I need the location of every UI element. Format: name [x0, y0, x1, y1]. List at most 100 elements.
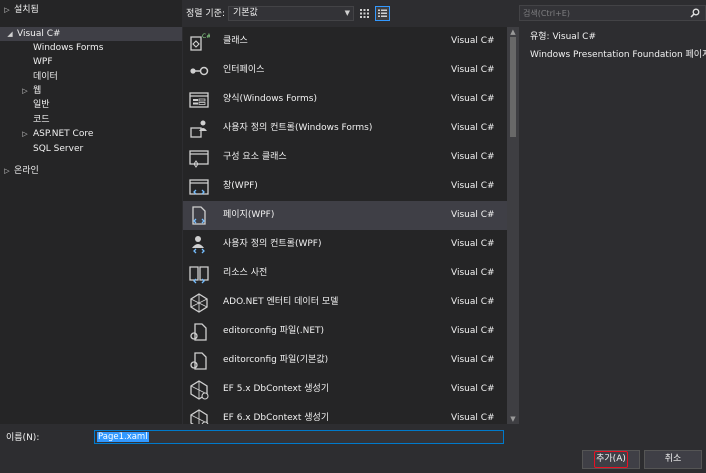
item-language: Visual C# — [451, 239, 495, 249]
editorconfig-icon — [190, 352, 207, 370]
tree-item-label: Visual C# — [17, 29, 61, 39]
list-item[interactable]: C# 클래스 Visual C# — [183, 27, 507, 56]
scroll-up-icon[interactable]: ▲ — [507, 27, 519, 37]
item-language: Visual C# — [451, 210, 495, 220]
item-language: Visual C# — [451, 413, 495, 423]
template-description: Windows Presentation Foundation 페이지 — [530, 50, 706, 60]
item-label: 페이지(WPF) — [223, 210, 275, 220]
tree-item-visual-csharp[interactable]: ◢ Visual C# — [0, 27, 182, 41]
page-icon — [192, 206, 206, 225]
item-language: Visual C# — [451, 384, 495, 394]
tree-item-windows-forms[interactable]: Windows Forms — [33, 41, 103, 55]
tree-item-code[interactable]: 코드 — [33, 113, 50, 127]
item-language: Visual C# — [451, 36, 495, 46]
item-label: 창(WPF) — [223, 181, 258, 191]
item-label: 양식(Windows Forms) — [223, 94, 317, 104]
item-language: Visual C# — [451, 297, 495, 307]
scroll-thumb[interactable] — [510, 37, 516, 137]
item-label: editorconfig 파일(.NET) — [223, 326, 325, 336]
cancel-button[interactable]: 취소 — [644, 450, 702, 469]
svg-text:C#: C# — [202, 33, 210, 40]
tree-item-installed[interactable]: ▷ 설치됨 — [0, 3, 182, 17]
item-label: editorconfig 파일(기본값) — [223, 355, 329, 365]
list-item[interactable]: EF 6.x DbContext 생성기 Visual C# — [183, 404, 507, 424]
list-view-button[interactable] — [375, 6, 390, 21]
list-item[interactable]: editorconfig 파일(기본값) Visual C# — [183, 346, 507, 375]
sort-value: 기본값 — [233, 8, 258, 18]
chevron-right-icon[interactable]: ▷ — [3, 164, 11, 178]
name-value: Page1.xaml — [97, 432, 149, 442]
window-icon — [189, 179, 209, 195]
ado-entity-model-icon — [190, 293, 208, 313]
search-box[interactable] — [519, 5, 706, 21]
highlight-box — [594, 451, 628, 468]
grid-view-button[interactable] — [357, 6, 372, 21]
template-list: C# 클래스 Visual C# 인터페이스 Visual C# 양식(Wind… — [183, 27, 507, 424]
item-label: EF 5.x DbContext 생성기 — [223, 384, 330, 394]
scroll-down-icon[interactable]: ▼ — [507, 414, 519, 424]
item-language: Visual C# — [451, 152, 495, 162]
list-item[interactable]: 리소스 사전 Visual C# — [183, 259, 507, 288]
tree-item-aspnet-core[interactable]: ▷ ASP.NET Core — [0, 127, 182, 141]
form-icon — [189, 92, 209, 108]
item-label: 사용자 정의 컨트롤(Windows Forms) — [223, 123, 373, 133]
item-label: 구성 요소 클래스 — [223, 152, 287, 162]
list-view-icon — [378, 9, 387, 17]
list-item[interactable]: 사용자 정의 컨트롤(Windows Forms) Visual C# — [183, 114, 507, 143]
wpf-user-control-icon — [192, 236, 205, 254]
class-icon: C# — [190, 33, 210, 51]
tree-item-data[interactable]: 데이터 — [33, 70, 58, 84]
list-item[interactable]: 사용자 정의 컨트롤(WPF) Visual C# — [183, 230, 507, 259]
list-item[interactable]: 양식(Windows Forms) Visual C# — [183, 85, 507, 114]
item-label: 사용자 정의 컨트롤(WPF) — [223, 239, 322, 249]
list-item[interactable]: 구성 요소 클래스 Visual C# — [183, 143, 507, 172]
list-item[interactable]: 페이지(WPF) Visual C# — [183, 201, 507, 230]
item-language: Visual C# — [451, 181, 495, 191]
tree-item-online[interactable]: ▷ 온라인 — [0, 164, 182, 178]
list-item[interactable]: 인터페이스 Visual C# — [183, 56, 507, 85]
interface-icon — [190, 66, 209, 76]
list-item[interactable]: 창(WPF) Visual C# — [183, 172, 507, 201]
item-language: Visual C# — [451, 326, 495, 336]
editorconfig-icon — [190, 323, 207, 341]
component-class-icon — [189, 150, 209, 168]
list-item[interactable]: ADO.NET 엔터티 데이터 모델 Visual C# — [183, 288, 507, 317]
item-language: Visual C# — [451, 123, 495, 133]
chevron-right-icon[interactable]: ▷ — [3, 3, 11, 17]
grid-view-icon — [360, 9, 369, 18]
item-label: EF 6.x DbContext 생성기 — [223, 413, 330, 423]
item-label: 클래스 — [223, 36, 248, 46]
list-item[interactable]: EF 5.x DbContext 생성기 Visual C# — [183, 375, 507, 404]
tree-item-label: 설치됨 — [14, 5, 39, 15]
sort-dropdown[interactable]: 기본값 ▼ — [228, 6, 354, 21]
resource-dictionary-icon — [189, 266, 209, 284]
item-language: Visual C# — [451, 65, 495, 75]
template-tree: ▷ 설치됨 ◢ Visual C# Windows Forms WPF 데이터 … — [0, 0, 182, 424]
tree-item-wpf[interactable]: WPF — [33, 55, 53, 69]
chevron-right-icon[interactable]: ▷ — [21, 127, 29, 141]
item-label: 리소스 사전 — [223, 268, 268, 278]
sort-label: 정렬 기준: — [186, 9, 226, 19]
name-input[interactable]: Page1.xaml — [94, 430, 504, 444]
tree-item-general[interactable]: 일반 — [33, 98, 50, 112]
chevron-down-icon: ▼ — [344, 9, 350, 17]
search-input[interactable] — [523, 7, 683, 19]
template-type: 유형: Visual C# — [530, 32, 597, 42]
chevron-right-icon[interactable]: ▷ — [21, 84, 29, 98]
ef-dbcontext-icon — [190, 380, 209, 400]
cancel-button-label: 취소 — [664, 454, 682, 464]
tree-item-sql-server[interactable]: SQL Server — [33, 142, 83, 156]
item-language: Visual C# — [451, 94, 495, 104]
item-label: ADO.NET 엔터티 데이터 모델 — [223, 297, 339, 307]
item-label: 인터페이스 — [223, 65, 265, 75]
ef-dbcontext-icon — [190, 409, 209, 424]
item-language: Visual C# — [451, 268, 495, 278]
user-control-icon — [190, 120, 207, 138]
tree-item-web[interactable]: ▷ 웹 — [0, 84, 182, 98]
list-scrollbar[interactable]: ▲ ▼ — [507, 27, 519, 424]
item-language: Visual C# — [451, 355, 495, 365]
chevron-down-icon[interactable]: ◢ — [6, 27, 14, 41]
list-item[interactable]: editorconfig 파일(.NET) Visual C# — [183, 317, 507, 346]
search-icon[interactable] — [690, 8, 700, 18]
name-label: 이름(N): — [6, 433, 40, 443]
